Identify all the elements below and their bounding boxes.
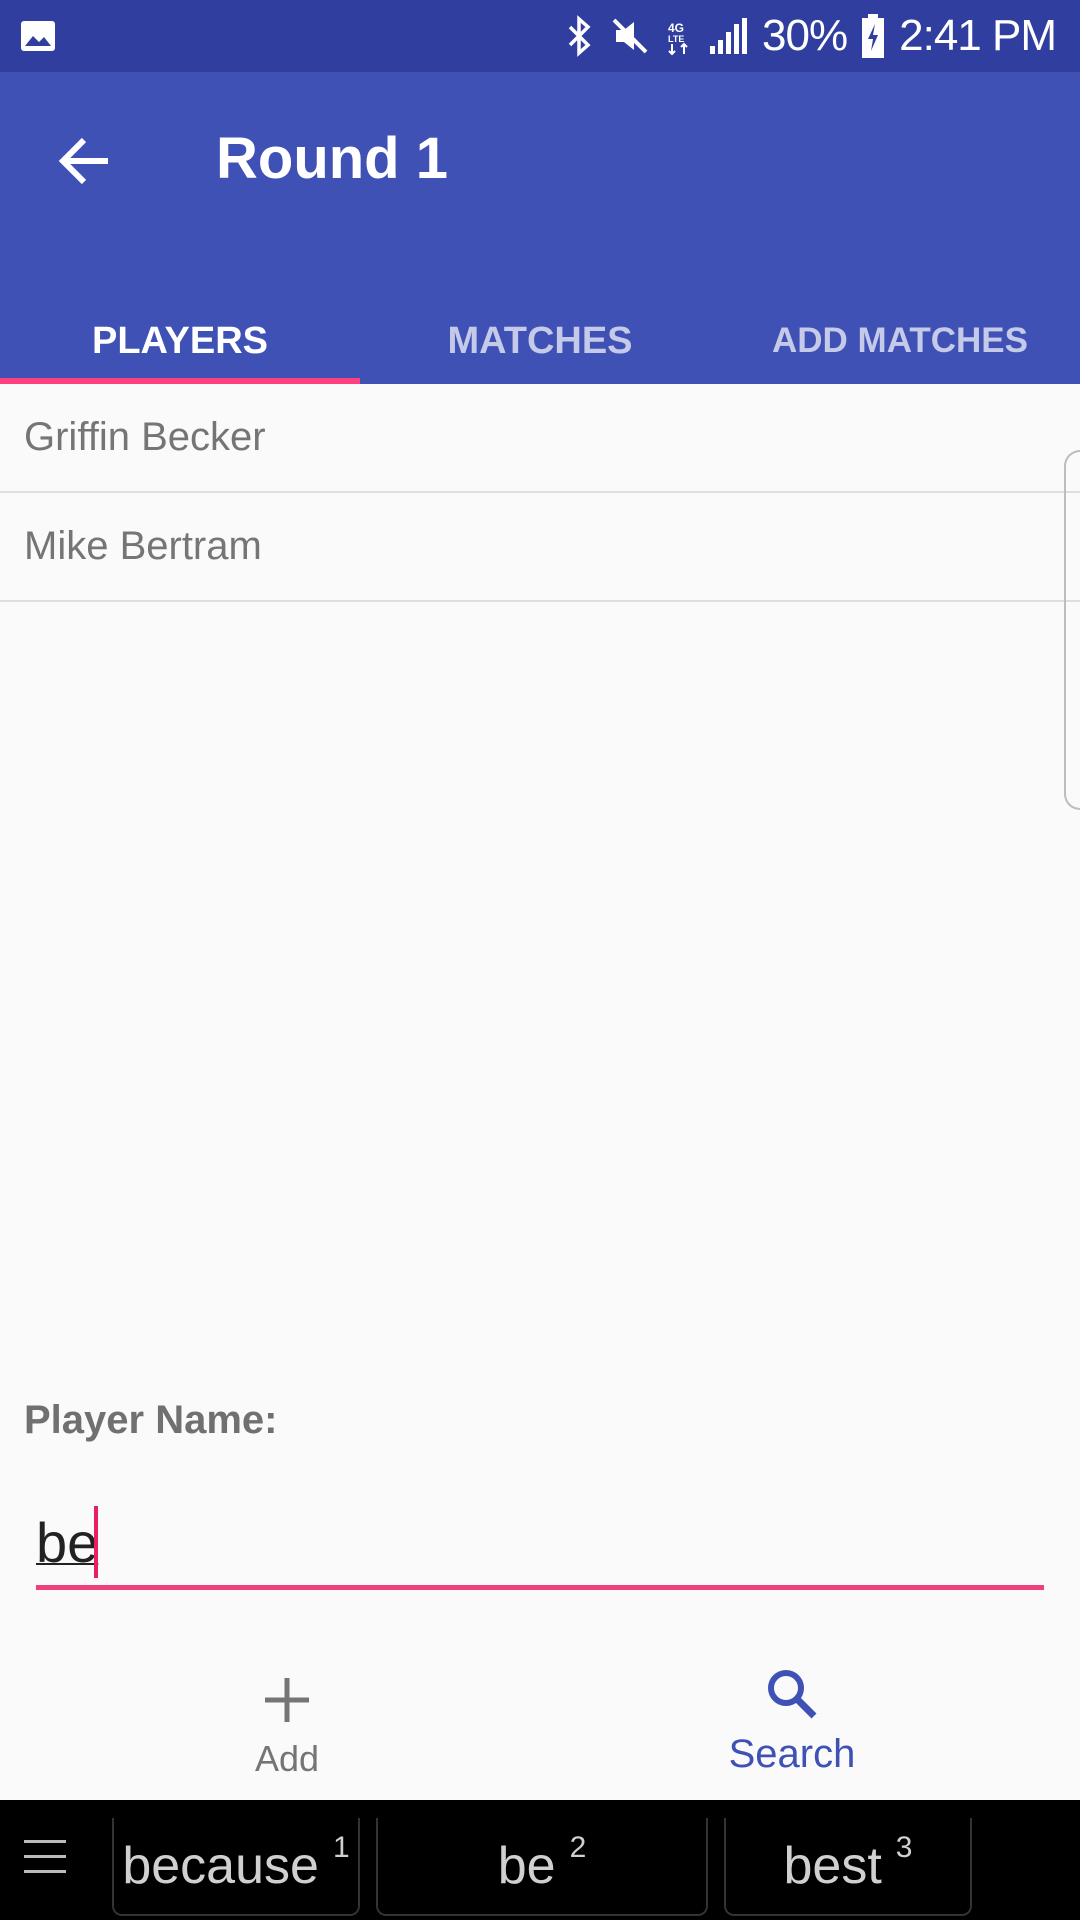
image-icon xyxy=(21,21,55,51)
tab-label: ADD MATCHES xyxy=(771,321,1028,360)
text-caret xyxy=(94,1506,98,1578)
mute-icon xyxy=(612,18,648,54)
suggestion-word: best xyxy=(783,1837,882,1895)
search-button[interactable]: Search xyxy=(642,1644,942,1800)
keyboard-suggestion-bar: because 1 be 2 best 3 xyxy=(0,1800,1080,1920)
search-icon xyxy=(768,1670,817,1719)
svg-text:4G: 4G xyxy=(668,21,684,35)
suggestion-index: 3 xyxy=(895,1831,913,1864)
player-name: Griffin Becker xyxy=(24,415,266,459)
status-bar: 4G LTE 30% 2:41 PM xyxy=(0,0,1080,72)
clock: 2:41 PM xyxy=(899,11,1057,60)
suggestion-because[interactable]: because 1 xyxy=(112,1818,360,1916)
lte-icon: 4G LTE xyxy=(668,21,688,56)
list-item[interactable]: Griffin Becker xyxy=(0,384,1080,493)
add-button[interactable]: Add xyxy=(137,1644,437,1800)
menu-icon[interactable] xyxy=(24,1840,66,1880)
suggestion-best[interactable]: best 3 xyxy=(724,1818,972,1916)
player-name-field[interactable]: be xyxy=(36,1490,1044,1590)
suggestion-index: 1 xyxy=(332,1831,350,1864)
tab-label: PLAYERS xyxy=(92,319,268,362)
action-bar: Add Search xyxy=(0,1644,1080,1800)
signal-icon xyxy=(710,18,748,54)
player-name-label: Player Name: xyxy=(24,1398,278,1442)
suggestion-word: because xyxy=(122,1837,319,1895)
tab-players[interactable]: PLAYERS xyxy=(0,298,360,384)
battery-charging-icon xyxy=(862,14,885,58)
tab-label: MATCHES xyxy=(447,319,633,362)
svg-text:LTE: LTE xyxy=(668,34,684,44)
player-name-input-value[interactable]: be xyxy=(36,1510,98,1575)
app-bar: Round 1 PLAYERS MATCHES ADD MATCHES xyxy=(0,72,1080,384)
tab-add-matches[interactable]: ADD MATCHES xyxy=(720,298,1080,384)
list-item[interactable]: Mike Bertram xyxy=(0,493,1080,602)
player-list: Griffin Becker Mike Bertram xyxy=(0,384,1080,602)
arrow-left-icon[interactable] xyxy=(48,124,122,198)
tab-matches[interactable]: MATCHES xyxy=(360,298,720,384)
scroll-handle[interactable] xyxy=(1064,450,1080,810)
bluetooth-icon xyxy=(568,15,591,57)
tab-bar: PLAYERS MATCHES ADD MATCHES xyxy=(0,298,1080,384)
plus-icon xyxy=(265,1678,309,1722)
suggestion-word: be xyxy=(497,1837,556,1895)
search-label: Search xyxy=(728,1732,856,1776)
page-title: Round 1 xyxy=(216,126,448,191)
battery-percent: 30% xyxy=(762,11,848,60)
suggestion-index: 2 xyxy=(569,1831,587,1864)
input-underline xyxy=(36,1585,1044,1590)
player-name: Mike Bertram xyxy=(24,524,262,568)
suggestion-be[interactable]: be 2 xyxy=(376,1818,708,1916)
add-label: Add xyxy=(254,1738,320,1779)
